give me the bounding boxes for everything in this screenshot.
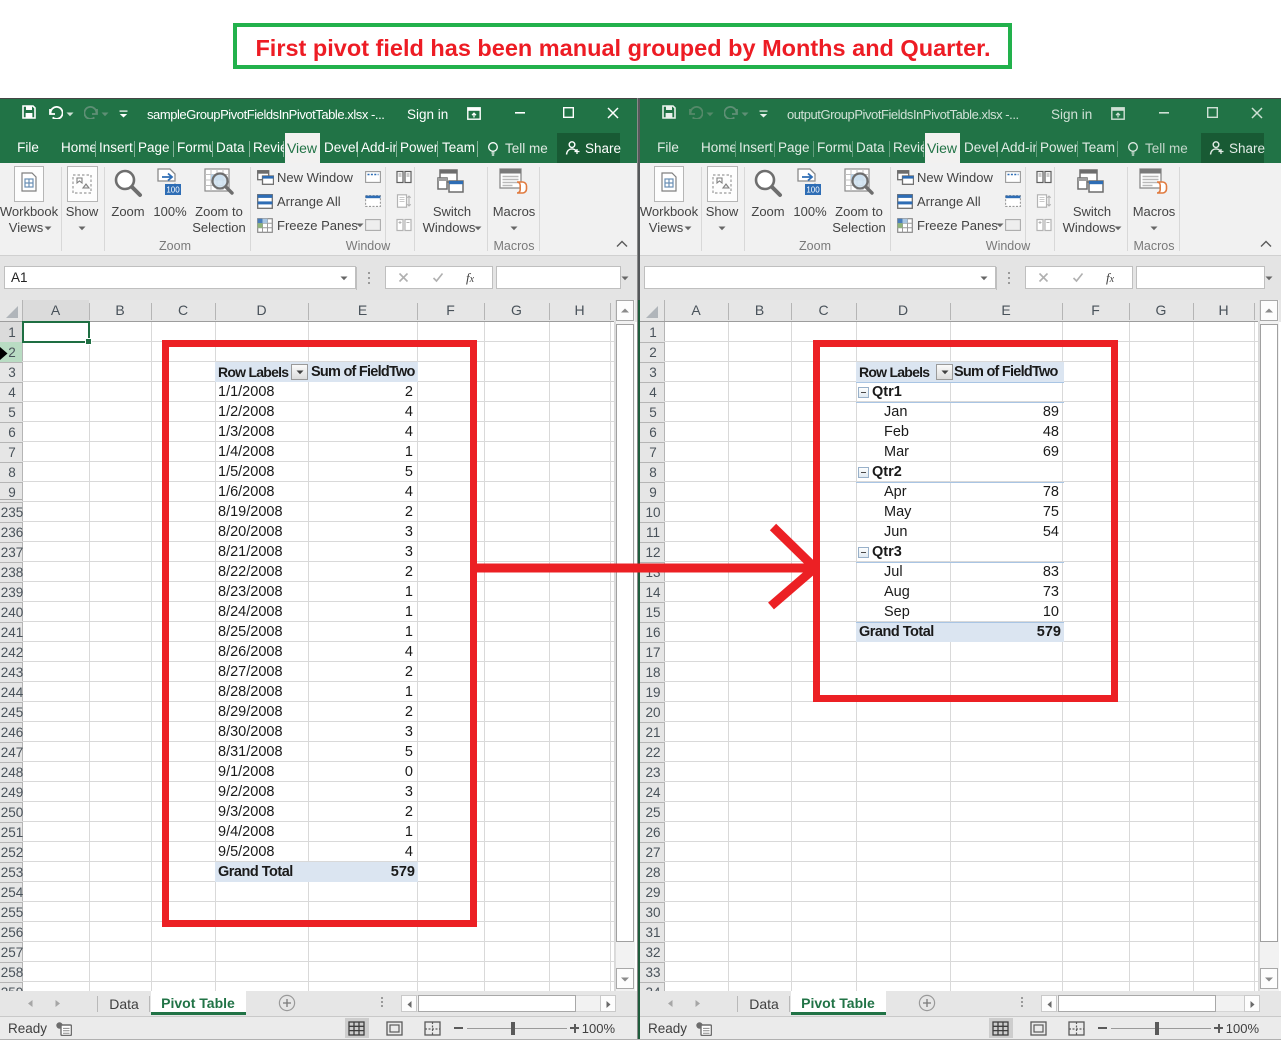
- svg-text:100: 100: [166, 186, 180, 195]
- svg-text:100: 100: [806, 186, 820, 195]
